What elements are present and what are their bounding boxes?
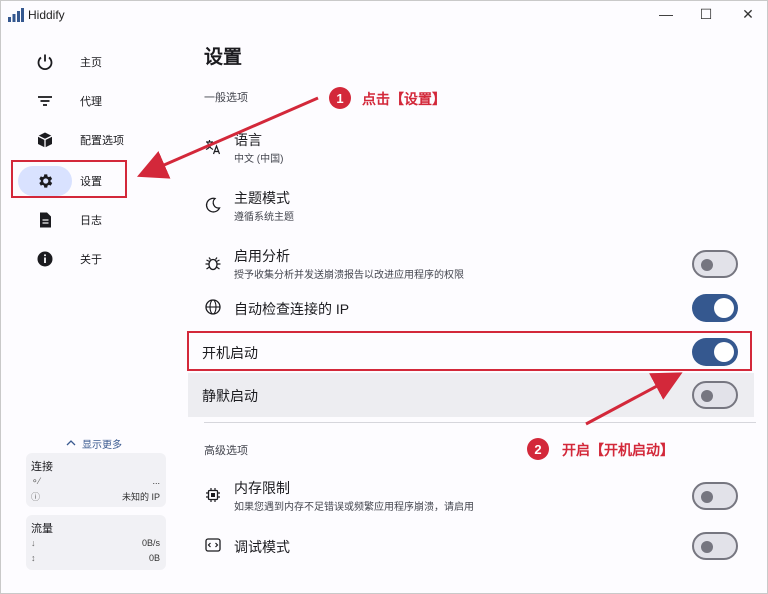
connection-card: 连接 ⚬⁄ ... ⓘ 未知的 IP (26, 453, 166, 507)
setting-subtitle: 遵循系统主题 (234, 212, 294, 223)
app-logo-icon (8, 8, 24, 22)
setting-subtitle: 如果您遇到内存不足错误或频繁应用程序崩溃，请启用 (234, 502, 474, 513)
auto-check-ip-toggle[interactable] (692, 294, 738, 322)
setting-debug-mode[interactable]: 调试模式 (188, 524, 754, 566)
debug-mode-toggle[interactable] (692, 532, 738, 560)
setting-silent-start[interactable]: 静默启动 (188, 373, 754, 417)
silent-start-toggle[interactable] (692, 381, 738, 409)
chevron-up-icon (66, 438, 76, 449)
minimize-button[interactable]: — (654, 4, 678, 24)
connection-ip-value: 未知的 IP (121, 491, 160, 502)
sidebar-item-proxy[interactable]: 代理 (18, 86, 128, 116)
dark-mode-icon (202, 194, 224, 216)
memory-limit-toggle[interactable] (692, 482, 738, 510)
traffic-total-row: ↕ 0B (31, 552, 160, 564)
route-icon: ⚬⁄ (31, 475, 41, 486)
advanced-section-label: 高级选项 (204, 445, 248, 457)
show-more-button[interactable]: 显示更多 (66, 436, 122, 451)
title-bar: Hiddify — ☐ ✕ (0, 0, 768, 30)
arrow-down-icon: ↓ (31, 538, 36, 548)
code-debug-icon (202, 534, 224, 556)
sidebar-item-label: 主页 (80, 57, 102, 69)
sidebar-item-home[interactable]: 主页 (18, 47, 128, 77)
power-icon (18, 53, 72, 71)
traffic-speed-value: 0B/s (141, 538, 160, 548)
connection-title: 连接 (31, 461, 53, 473)
globe-icon (202, 296, 224, 318)
app-title: Hiddify (28, 8, 65, 22)
filter-list-icon (18, 92, 72, 110)
startup-highlight-box (187, 331, 752, 371)
traffic-speed-row: ↓ 0B/s (31, 537, 160, 549)
sidebar-item-label: 配置选项 (80, 135, 124, 147)
gear-icon (18, 172, 72, 190)
traffic-title: 流量 (31, 523, 53, 535)
setting-theme[interactable]: 主题模式 遵循系统主题 (188, 184, 754, 226)
setting-analytics[interactable]: 启用分析 授予收集分析并发送崩溃报告以改进应用程序的权限 (188, 242, 754, 284)
general-section-label: 一般选项 (204, 92, 248, 104)
connection-ip-row: ⓘ 未知的 IP (31, 490, 160, 502)
setting-memory-limit[interactable]: 内存限制 如果您遇到内存不足错误或频繁应用程序崩溃，请启用 (188, 474, 754, 516)
document-icon (18, 211, 72, 229)
traffic-card: 流量 ↓ 0B/s ↕ 0B (26, 515, 166, 570)
setting-title: 自动检查连接的 IP (234, 301, 350, 317)
sidebar-item-label: 日志 (80, 215, 102, 227)
close-button[interactable]: ✕ (736, 4, 760, 24)
section-divider (204, 422, 756, 423)
toggle-knob (701, 259, 713, 271)
sidebar-item-profiles[interactable]: 配置选项 (18, 125, 128, 155)
cube-icon (18, 131, 72, 149)
step1-text: 点击【设置】 (362, 91, 446, 107)
step1-number: 1 (329, 87, 351, 109)
page-title: 设置 (204, 47, 243, 68)
sidebar-item-label: 代理 (80, 96, 102, 108)
maximize-button[interactable]: ☐ (694, 4, 718, 24)
memory-chip-icon (202, 484, 224, 506)
setting-title: 启用分析 (234, 248, 290, 264)
setting-title: 调试模式 (234, 539, 290, 555)
traffic-total-value: 0B (148, 553, 160, 563)
show-more-label: 显示更多 (82, 440, 122, 451)
sidebar: 主页 代理 配置选项 设置 日志 关于 显示更多 连接 ⚬⁄ ... ⓘ 未知的… (0, 30, 176, 593)
sidebar-item-label: 关于 (80, 254, 102, 266)
info-icon (18, 250, 72, 268)
analytics-toggle[interactable] (692, 250, 738, 278)
arrow-up-down-icon: ↕ (31, 553, 36, 563)
connection-status-value: ... (152, 476, 160, 486)
setting-subtitle: 中文 (中国) (234, 154, 284, 165)
setting-auto-check-ip[interactable]: 自动检查连接的 IP (188, 286, 754, 328)
translate-icon (202, 136, 224, 158)
bug-icon (202, 252, 224, 274)
step2-number: 2 (527, 438, 549, 460)
setting-title: 静默启动 (202, 388, 258, 404)
toggle-knob (701, 491, 713, 503)
setting-subtitle: 授予收集分析并发送崩溃报告以改进应用程序的权限 (234, 270, 464, 281)
info-outline-icon: ⓘ (31, 491, 41, 502)
connection-status-row: ⚬⁄ ... (31, 475, 160, 487)
sidebar-item-logs[interactable]: 日志 (18, 205, 128, 235)
setting-title: 内存限制 (234, 480, 290, 496)
setting-title: 主题模式 (234, 190, 290, 206)
toggle-knob (701, 541, 713, 553)
toggle-knob (714, 298, 734, 318)
step2-text: 开启【开机启动】 (562, 442, 674, 458)
toggle-knob (701, 390, 713, 402)
sidebar-item-about[interactable]: 关于 (18, 244, 128, 274)
setting-language[interactable]: 语言 中文 (中国) (188, 126, 754, 168)
setting-title: 语言 (234, 132, 262, 148)
